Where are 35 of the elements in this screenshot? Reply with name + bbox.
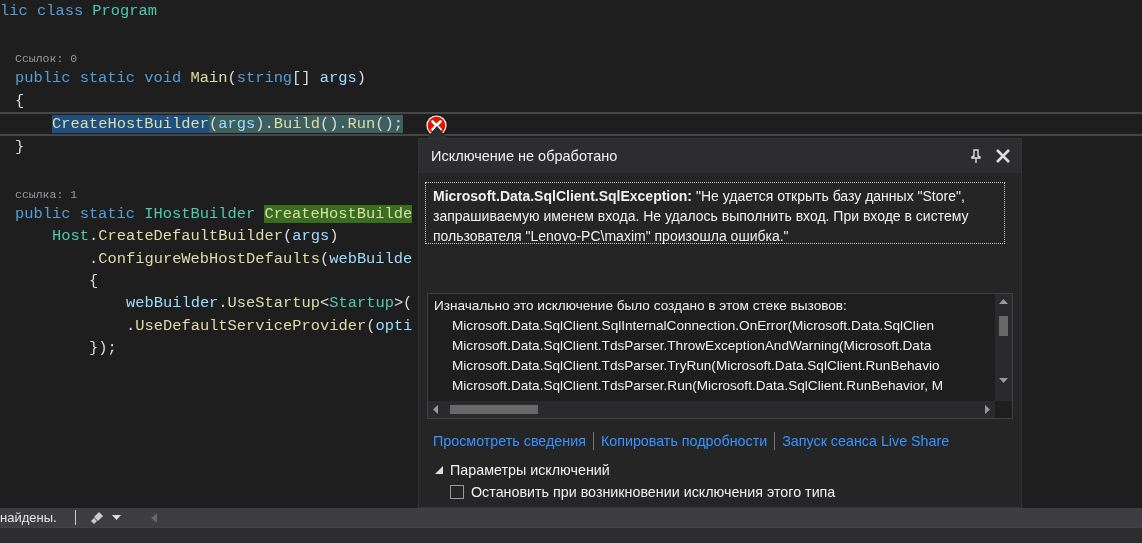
action-link[interactable]: Просмотреть сведения — [433, 433, 586, 449]
status-text: найдены. — [0, 510, 57, 525]
checkbox-label: Остановить при возникновении исключения этого типа — [471, 484, 836, 500]
code-line: } — [15, 136, 25, 158]
code-lens[interactable]: ссылка: 1 — [15, 186, 78, 204]
exception-message: Microsoft.Data.SqlClient.SqlException: "Не удается открыть базу данных "Store", запрашиваемую именем входа. Не удалось выполнить вход. При входе в систему пользователя "Lenovo-PC\maxim" произошла ошибка." — [425, 182, 1005, 244]
code-line: .ConfigureWebHostDefaults(webBuilde — [89, 248, 413, 270]
code-line: { — [15, 90, 25, 112]
vertical-scrollbar[interactable] — [995, 294, 1012, 401]
code-lens[interactable]: Ссылок: 0 — [15, 50, 78, 68]
section-heading: Параметры исключений — [450, 462, 610, 478]
popup-title: Исключение не обработано — [431, 148, 619, 164]
code-line: CreateHostBuilder(args).Build().Run(); — [52, 113, 404, 134]
expand-triangle-icon[interactable] — [433, 464, 445, 476]
code-line: webBuilder.UseStartup<Startup>( — [126, 293, 413, 315]
action-link[interactable]: Запуск сеанса Live Share — [782, 433, 950, 449]
stack-heading: Изначально это исключение было создано в этом стеке вызовов: — [434, 297, 847, 315]
pin-icon[interactable] — [971, 149, 981, 163]
stack-frame: Microsoft.Data.SqlClient.TdsParser.TryRun(Microsoft.Data.SqlClient.RunBehavio — [434, 356, 940, 376]
brush-icon[interactable] — [89, 510, 104, 525]
close-icon[interactable] — [995, 148, 1011, 164]
code-line: public static void Main(string[] args) — [15, 68, 367, 90]
stack-frame: Microsoft.Data.SqlClient.TdsParser.Run(Microsoft.Data.SqlClient.RunBehavior, M — [434, 376, 944, 396]
stack-frame: Microsoft.Data.SqlClient.TdsParser.ThrowExceptionAndWarning(Microsoft.Data — [434, 336, 932, 356]
caret-icon[interactable] — [111, 514, 121, 521]
stack-frame: Microsoft.Data.SqlClient.SqlInternalConnection.OnError(Microsoft.Data.SqlClien — [434, 316, 935, 336]
code-line: Host.CreateDefaultBuilder(args) — [52, 226, 339, 248]
checkbox[interactable] — [450, 485, 464, 499]
code-line: { — [89, 271, 99, 293]
code-line: .UseDefaultServiceProvider(opti — [126, 315, 413, 337]
code-line: lic class Program — [0, 1, 157, 22]
code-line: }); — [89, 337, 117, 359]
action-link[interactable]: Копировать подробности — [600, 433, 768, 449]
code-line: public static IHostBuilder CreateHostBuilde — [15, 204, 413, 226]
horizontal-scrollbar[interactable] — [428, 401, 995, 418]
